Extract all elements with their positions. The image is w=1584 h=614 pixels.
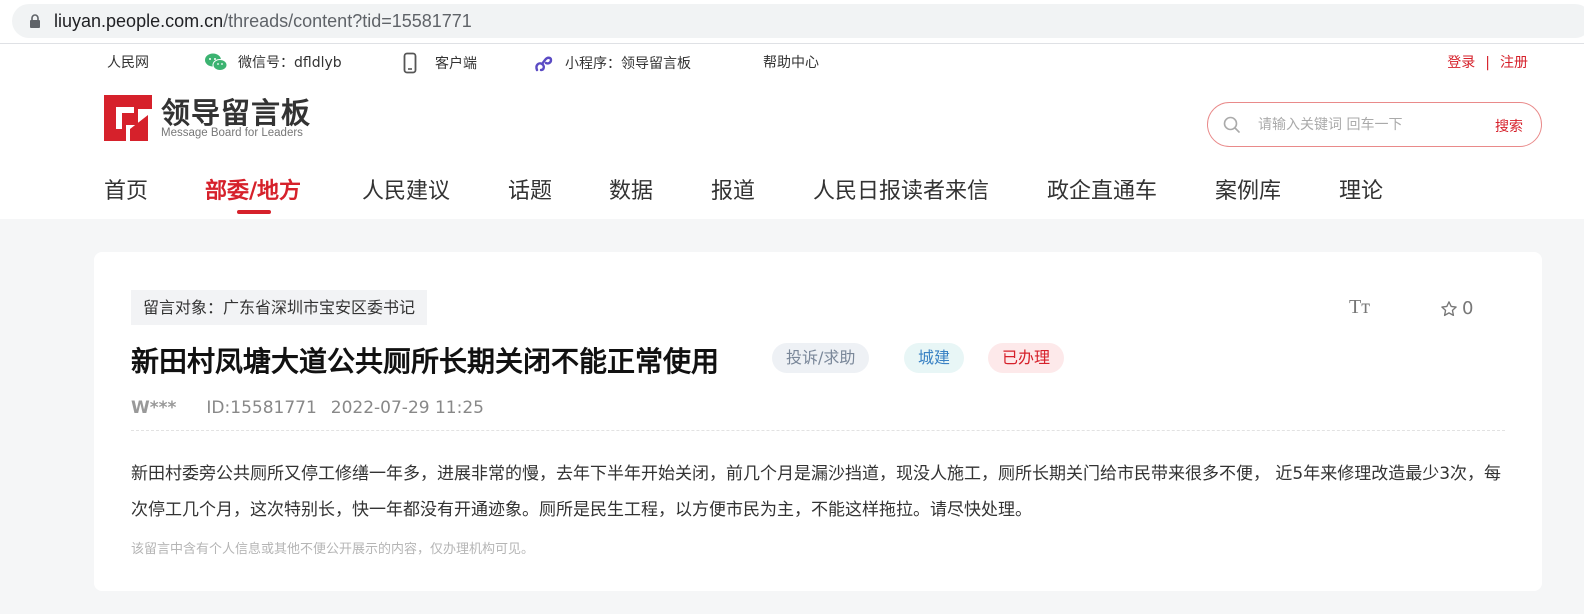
- nav-item-theory[interactable]: 理论: [1339, 173, 1383, 205]
- divider: [131, 430, 1505, 431]
- help-center-label: 帮助中心: [763, 55, 819, 71]
- nav-item-gov-enterprise[interactable]: 政企直通车: [1047, 173, 1157, 205]
- logo-subtitle: Message Board for Leaders: [161, 127, 303, 139]
- message-datetime: 2022-07-29 11:25: [330, 398, 484, 418]
- search-input[interactable]: [1258, 113, 1478, 137]
- nav-item-reports[interactable]: 报道: [711, 173, 755, 205]
- nav-active-indicator: [237, 210, 271, 214]
- miniprogram-link[interactable]: 小程序：领导留言板: [533, 52, 691, 74]
- message-title: 新田村凤塘大道公共厕所长期关闭不能正常使用: [131, 345, 720, 378]
- register-link[interactable]: 注册: [1500, 55, 1528, 71]
- nav-item-people-suggestions[interactable]: 人民建议: [362, 173, 450, 205]
- client-link[interactable]: 客户端: [403, 52, 477, 74]
- url-text: liuyan.people.com.cn/threads/content?tid…: [54, 11, 472, 31]
- logo-title: 领导留言板: [161, 96, 312, 130]
- site-header: 人民网 微信号：dfldlyb 客户端 小程序：领导留言板 帮助中心 登录 | 注册: [0, 44, 1584, 219]
- site-logo-icon[interactable]: [104, 95, 152, 141]
- message-card: 留言对象：广东省深圳市宝安区委书记 Tт 0 新田村凤塘大道公共厕所长期关闭不能…: [94, 252, 1542, 591]
- miniprogram-icon: [535, 56, 553, 72]
- people-net-label: 人民网: [107, 55, 149, 71]
- client-label: 客户端: [435, 56, 477, 72]
- nav-item-data[interactable]: 数据: [609, 173, 653, 205]
- author: W***: [131, 398, 177, 418]
- star-icon: [1441, 300, 1457, 316]
- login-link[interactable]: 登录: [1447, 55, 1475, 71]
- nav-item-topics[interactable]: 话题: [508, 173, 552, 205]
- message-meta: W*** ID:15581771 2022-07-29 11:25: [131, 398, 484, 418]
- wechat-label: 微信号：dfldlyb: [238, 55, 342, 71]
- main-nav: 首页 部委/地方 人民建议 话题 数据 报道 人民日报读者来信 政企直通车 案例…: [0, 170, 1584, 219]
- nav-item-reader-letters[interactable]: 人民日报读者来信: [813, 173, 989, 205]
- nav-item-home[interactable]: 首页: [104, 173, 148, 205]
- font-size-toggle-icon[interactable]: Tт: [1349, 296, 1370, 319]
- lock-icon: [30, 14, 40, 28]
- message-content: 新田村委旁公共厕所又停工修缮一年多，进展非常的慢，去年下半年开始关闭，前几个月是…: [131, 464, 1502, 520]
- message-id: ID:15581771: [206, 398, 317, 418]
- privacy-notice: 该留言中含有个人信息或其他不便公开展示的内容，仅办理机构可见。: [131, 542, 535, 557]
- wechat-icon: [205, 53, 228, 71]
- account-links: 登录 | 注册: [1447, 52, 1528, 72]
- nav-item-ministries-local[interactable]: 部委/地方: [205, 173, 301, 205]
- tag-urban-construction: 城建: [904, 343, 965, 373]
- miniprogram-label: 小程序：领导留言板: [565, 56, 691, 72]
- help-center-link[interactable]: 帮助中心: [763, 52, 819, 72]
- favorite-button[interactable]: 0: [1440, 298, 1473, 319]
- people-net-link[interactable]: 人民网: [107, 52, 149, 72]
- search-icon: [1223, 116, 1240, 133]
- message-target: 留言对象：广东省深圳市宝安区委书记: [131, 290, 428, 325]
- url-field[interactable]: liuyan.people.com.cn/threads/content?tid…: [12, 4, 1584, 38]
- favorite-count: 0: [1462, 298, 1474, 319]
- wechat-link[interactable]: 微信号：dfldlyb: [204, 52, 342, 72]
- status-badge: 已办理: [988, 343, 1065, 373]
- search-button[interactable]: 搜索: [1495, 116, 1523, 136]
- mobile-phone-icon: [403, 52, 417, 74]
- browser-address-bar: liuyan.people.com.cn/threads/content?tid…: [0, 0, 1584, 44]
- account-separator: |: [1485, 55, 1490, 71]
- search-box: 搜索: [1207, 102, 1542, 147]
- tag-complaint: 投诉/求助: [772, 343, 870, 373]
- nav-item-case-library[interactable]: 案例库: [1215, 173, 1281, 205]
